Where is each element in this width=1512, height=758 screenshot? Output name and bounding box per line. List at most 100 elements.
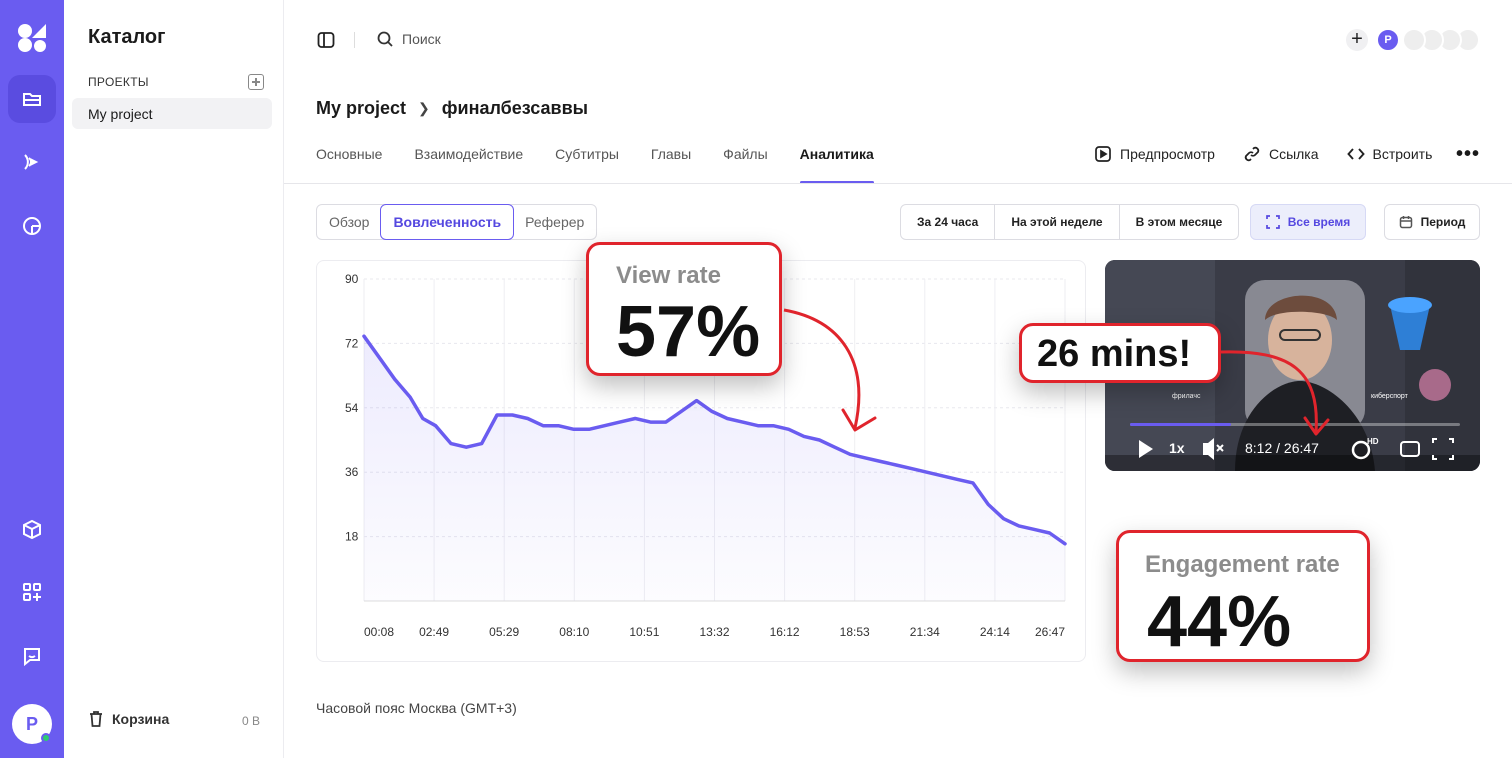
- engagement-rate-value: 44%: [1147, 582, 1292, 662]
- preview-label: Предпросмотр: [1120, 146, 1215, 162]
- minutes-value: 26 mins!: [1037, 333, 1192, 375]
- search-label: Поиск: [402, 31, 441, 47]
- video-progress-fill: [1130, 423, 1231, 426]
- folder-icon: [23, 93, 41, 106]
- search-button[interactable]: Поиск: [376, 30, 441, 48]
- sidebar-title: Каталог: [88, 26, 166, 48]
- range-month[interactable]: В этом месяце: [1120, 205, 1239, 239]
- video-tabs: Основные Взаимодействие Субтитры Главы Ф…: [316, 146, 874, 184]
- chat-icon: [24, 648, 40, 667]
- online-status-dot: [41, 733, 51, 743]
- tab-subtitles[interactable]: Субтитры: [555, 146, 619, 184]
- y-tick-label: 72: [345, 336, 359, 350]
- date-range-group: За 24 часа На этой неделе В этом месяце: [900, 204, 1240, 240]
- range-all-time[interactable]: Все время: [1250, 204, 1366, 240]
- member-avatar-current: P: [1376, 28, 1400, 52]
- view-rate-label: View rate: [616, 262, 721, 289]
- expand-icon: [1265, 215, 1280, 229]
- box-icon: [23, 519, 41, 540]
- rail-catalog-button[interactable]: [8, 75, 56, 123]
- rail-chat-button[interactable]: [8, 632, 56, 680]
- rail-broadcast-button[interactable]: [8, 138, 56, 186]
- x-tick-label: 10:51: [629, 625, 659, 639]
- tab-files[interactable]: Файлы: [723, 146, 767, 184]
- x-tick-label: 21:34: [910, 625, 940, 639]
- more-options-icon[interactable]: •••: [1456, 143, 1480, 166]
- tabs-divider: [284, 183, 1512, 184]
- embed-button[interactable]: Встроить: [1346, 145, 1433, 163]
- sidebar-toggle-icon[interactable]: [316, 30, 336, 50]
- catalog-sidebar: Каталог ПРОЕКТЫ My project Корзина 0 B: [64, 0, 284, 758]
- x-tick-label: 16:12: [770, 625, 800, 639]
- view-rate-callout: View rate 57%: [586, 242, 782, 376]
- y-tick-label: 54: [345, 401, 359, 415]
- custom-period-button[interactable]: Период: [1384, 204, 1480, 240]
- trash-label: Корзина: [112, 711, 170, 727]
- video-overlay-label-left: фрилачс: [1172, 393, 1201, 400]
- video-overlay-label-right: киберспорт: [1371, 393, 1408, 400]
- projects-section-label: ПРОЕКТЫ: [88, 75, 149, 89]
- add-member-button[interactable]: +: [1346, 29, 1368, 51]
- engagement-rate-label: Engagement rate: [1145, 551, 1340, 578]
- x-tick-label: 05:29: [489, 625, 519, 639]
- segment-overview[interactable]: Обзор: [317, 205, 381, 239]
- tab-basic[interactable]: Основные: [316, 146, 382, 184]
- trash-size: 0 B: [242, 714, 261, 728]
- segment-referrer[interactable]: Реферер: [513, 205, 596, 239]
- timezone-label: Часовой пояс Москва (GMT+3): [316, 700, 517, 716]
- play-square-icon: [1095, 146, 1111, 162]
- x-tick-label: 24:14: [980, 625, 1010, 639]
- topbar-divider: [354, 32, 355, 48]
- range-week[interactable]: На этой неделе: [995, 205, 1120, 239]
- link-icon: [1244, 146, 1260, 162]
- sidebar-item-my-project[interactable]: My project: [72, 98, 272, 129]
- view-rate-value: 57%: [616, 292, 761, 372]
- x-tick-label: 13:32: [699, 625, 729, 639]
- video-time: 8:12 / 26:47: [1245, 440, 1319, 456]
- user-avatar[interactable]: P: [12, 704, 52, 744]
- video-actions: Предпросмотр Ссылка Встроить: [1094, 145, 1432, 163]
- logo-icon[interactable]: [16, 22, 48, 54]
- x-tick-label: 00:08: [364, 625, 394, 639]
- search-icon: [377, 31, 393, 47]
- embed-label: Встроить: [1372, 146, 1433, 162]
- tab-analytics[interactable]: Аналитика: [799, 146, 874, 184]
- analytics-segments: Обзор Вовлеченность Реферер: [316, 204, 598, 240]
- period-label: Период: [1420, 215, 1466, 229]
- y-tick-label: 90: [345, 272, 359, 286]
- rail-box-button[interactable]: [8, 505, 56, 553]
- x-tick-label: 26:47: [1035, 625, 1065, 639]
- rail-apps-button[interactable]: [8, 568, 56, 616]
- broadcast-icon: [24, 154, 39, 170]
- x-tick-label: 02:49: [419, 625, 449, 639]
- breadcrumb: My project ❯ финалбезсаввы: [316, 98, 588, 119]
- pie-chart-icon: [23, 217, 41, 235]
- tab-chapters[interactable]: Главы: [651, 146, 691, 184]
- minutes-callout: 26 mins!: [1019, 323, 1221, 383]
- apps-icon: [23, 583, 41, 601]
- trash-button[interactable]: Корзина: [88, 710, 169, 728]
- calendar-icon: [1399, 216, 1412, 229]
- breadcrumb-project[interactable]: My project: [316, 98, 406, 119]
- code-icon: [1346, 148, 1365, 160]
- rail-analytics-button[interactable]: [8, 202, 56, 250]
- playback-speed-button[interactable]: 1x: [1169, 440, 1185, 456]
- tab-interaction[interactable]: Взаимодействие: [414, 146, 523, 184]
- svg-text:HD: HD: [1367, 437, 1379, 446]
- link-button[interactable]: Ссылка: [1243, 145, 1319, 163]
- app-rail: P: [0, 0, 64, 758]
- y-tick-label: 18: [345, 530, 359, 544]
- range-24h[interactable]: За 24 часа: [901, 205, 996, 239]
- video-progress-bar[interactable]: [1130, 423, 1460, 426]
- engagement-rate-callout: Engagement rate 44%: [1116, 530, 1370, 662]
- trash-icon: [90, 711, 102, 727]
- add-project-icon[interactable]: [248, 74, 264, 90]
- breadcrumb-video: финалбезсаввы: [441, 98, 589, 118]
- user-initial: P: [25, 713, 38, 734]
- all-time-label: Все время: [1287, 215, 1351, 229]
- member-avatar: [1402, 28, 1426, 52]
- segment-engagement[interactable]: Вовлеченность: [380, 204, 515, 240]
- preview-button[interactable]: Предпросмотр: [1094, 145, 1215, 163]
- x-tick-label: 18:53: [840, 625, 870, 639]
- x-tick-label: 08:10: [559, 625, 589, 639]
